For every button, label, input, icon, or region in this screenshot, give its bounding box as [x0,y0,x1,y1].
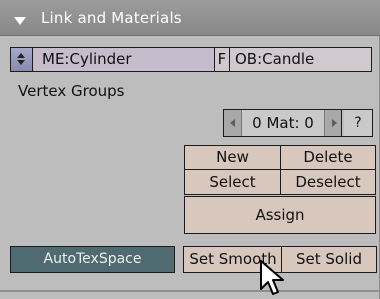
material-index-field[interactable]: 0 Mat: 0 [242,110,324,136]
link-materials-panel: Link and Materials ME:Cylinder F OB:Cand… [0,0,380,299]
new-button[interactable]: New [184,145,281,170]
up-arrow-icon [17,53,25,58]
panel-header[interactable]: Link and Materials [0,0,380,36]
set-solid-button[interactable]: Set Solid [281,246,377,273]
material-decrement-button[interactable] [224,110,242,136]
down-arrow-icon [17,60,25,65]
vertex-groups-label: Vertex Groups [18,82,125,100]
left-arrow-icon [230,119,235,127]
delete-button[interactable]: Delete [280,145,376,170]
mesh-name-field[interactable]: ME:Cylinder [34,48,215,71]
material-help-button[interactable]: ? [344,110,372,136]
fake-user-button[interactable]: F [215,48,230,71]
material-index-control: 0 Mat: 0 ? [223,109,373,137]
object-name-field[interactable]: OB:Candle [230,48,371,71]
deselect-button[interactable]: Deselect [280,169,376,195]
link-row: ME:Cylinder F OB:Candle [10,47,372,72]
panel-title: Link and Materials [41,9,182,27]
auto-tex-space-toggle[interactable]: AutoTexSpace [10,246,175,273]
browse-mesh-button[interactable] [11,48,33,71]
mouse-pointer-icon [260,260,284,295]
material-increment-button[interactable] [324,110,342,136]
divider [0,290,380,292]
select-button[interactable]: Select [184,169,281,195]
right-arrow-icon [332,119,337,127]
collapse-triangle-icon[interactable] [14,17,26,25]
assign-button[interactable]: Assign [184,196,376,234]
